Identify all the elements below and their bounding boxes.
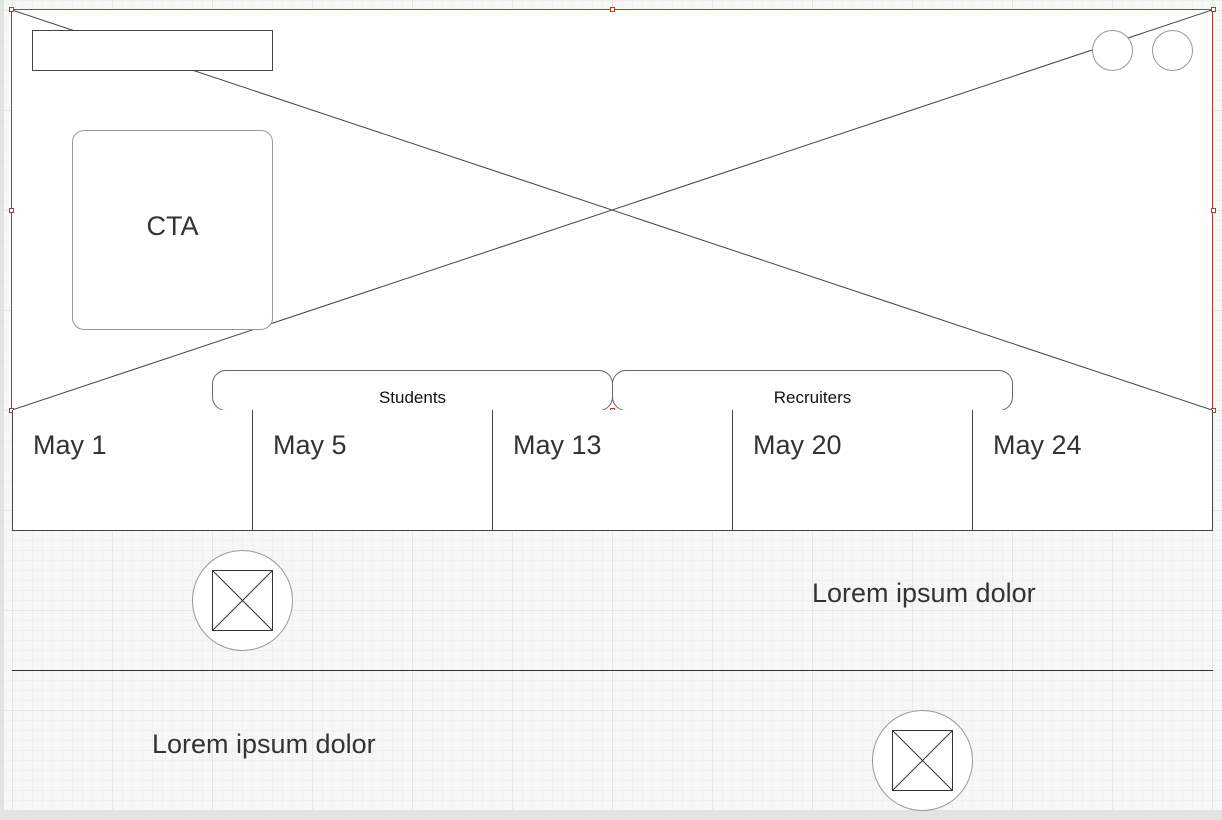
image-placeholder-icon <box>212 570 273 631</box>
header-circle-button-2[interactable] <box>1152 30 1193 71</box>
cta-label: CTA <box>146 210 199 241</box>
resize-handle-right[interactable] <box>1211 208 1216 213</box>
section-1-avatar[interactable] <box>192 550 293 651</box>
date-cell[interactable]: May 5 <box>253 410 493 530</box>
date-cell[interactable]: May 13 <box>493 410 733 530</box>
section-2-text: Lorem ipsum dolor <box>152 729 376 759</box>
cta-button[interactable]: CTA <box>72 130 273 330</box>
header-circle-button-1[interactable] <box>1092 30 1133 71</box>
resize-handle-left[interactable] <box>9 208 14 213</box>
resize-handle-top-left[interactable] <box>9 7 14 12</box>
section-divider <box>12 670 1213 671</box>
date-cell[interactable]: May 24 <box>973 410 1212 530</box>
search-input[interactable] <box>32 30 273 71</box>
tab-students[interactable]: Students <box>212 370 613 411</box>
image-placeholder-icon <box>892 730 953 791</box>
tab-recruiters[interactable]: Recruiters <box>612 370 1013 411</box>
date-row: May 1 May 5 May 13 May 20 May 24 <box>12 410 1213 531</box>
canvas-bottom-edge <box>0 810 1222 820</box>
tab-recruiters-label: Recruiters <box>773 388 852 407</box>
date-cell[interactable]: May 20 <box>733 410 973 530</box>
date-cell[interactable]: May 1 <box>13 410 253 530</box>
section-1-text: Lorem ipsum dolor <box>812 578 1036 608</box>
resize-handle-top-right[interactable] <box>1211 7 1216 12</box>
tab-students-label: Students <box>378 388 447 407</box>
section-2-avatar[interactable] <box>872 710 973 811</box>
resize-handle-top[interactable] <box>610 7 615 12</box>
